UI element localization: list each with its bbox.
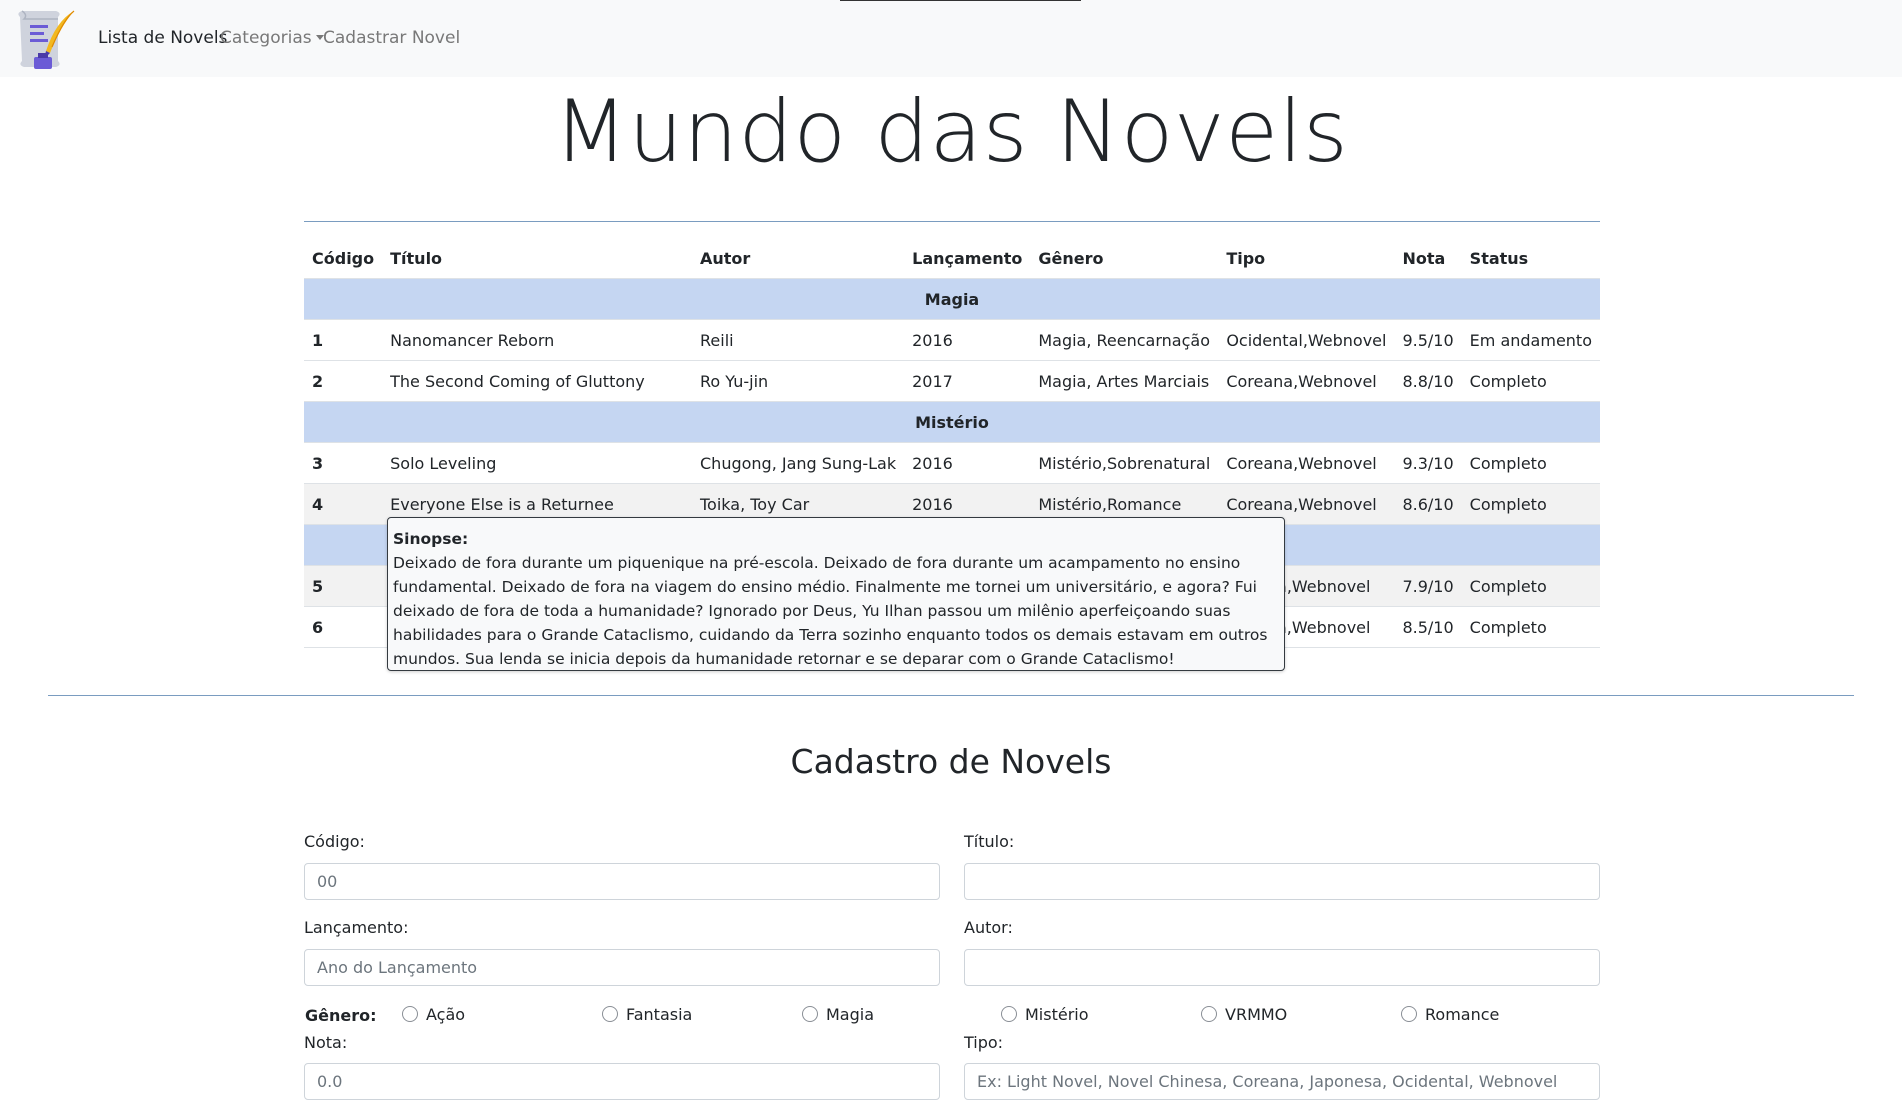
col-header-autor: Autor — [692, 239, 905, 279]
cell-title: Solo Leveling — [382, 442, 692, 484]
cell-code: 5 — [304, 565, 383, 607]
cell-status: Completo — [1461, 483, 1600, 525]
cell-rating: 8.6/10 — [1394, 483, 1462, 525]
genre-option-label: Fantasia — [626, 1005, 693, 1024]
col-header-lancamento: Lançamento — [904, 239, 1031, 279]
col-header-tipo: Tipo — [1218, 239, 1395, 279]
page-title: Mundo das Novels — [553, 82, 1349, 182]
cell-status: Completo — [1461, 360, 1600, 402]
category-label: Mistério — [304, 401, 1600, 443]
cell-rating: 9.3/10 — [1394, 442, 1462, 484]
tipo-label: Tipo: — [964, 1033, 1004, 1052]
radio-circle-icon[interactable] — [1401, 1006, 1417, 1022]
table-header-row: Código Título Autor Lançamento Gênero Ti… — [304, 239, 1600, 279]
cell-rating: 9.5/10 — [1394, 319, 1462, 361]
cell-rating: 8.5/10 — [1394, 606, 1462, 648]
radio-circle-icon[interactable] — [802, 1006, 818, 1022]
form-title: Cadastro de Novels — [790, 742, 1112, 781]
genre-option-label: Mistério — [1025, 1005, 1089, 1024]
cell-code: 2 — [304, 360, 383, 402]
genero-label: Gênero: — [305, 1006, 377, 1025]
nota-label: Nota: — [304, 1033, 348, 1052]
top-scroll-indicator — [840, 0, 1081, 1]
cell-code: 1 — [304, 319, 383, 361]
autor-label: Autor: — [964, 918, 1013, 937]
table-row[interactable]: 3 Solo Leveling Chugong, Jang Sung-Lak 2… — [304, 442, 1600, 484]
cell-type: Ocidental,Webnovel — [1218, 319, 1395, 361]
genre-radio-romance[interactable]: Romance — [1401, 1005, 1499, 1024]
table-row[interactable]: 1 Nanomancer Reborn Reili 2016 Magia, Re… — [304, 319, 1600, 361]
cell-genre: Mistério,Sobrenatural — [1030, 442, 1219, 484]
genre-radio-vrmmo[interactable]: VRMMO — [1201, 1005, 1287, 1024]
nota-input[interactable] — [304, 1063, 940, 1100]
radio-circle-icon[interactable] — [602, 1006, 618, 1022]
genre-radio-acao[interactable]: Ação — [402, 1005, 465, 1024]
cell-year: 2016 — [904, 442, 1031, 484]
synopsis-tooltip: Sinopse: Deixado de fora durante um piqu… — [387, 517, 1285, 671]
col-header-codigo: Código — [304, 239, 383, 279]
cell-status: Completo — [1461, 442, 1600, 484]
cell-title: Nanomancer Reborn — [382, 319, 692, 361]
lancamento-label: Lançamento: — [304, 918, 409, 937]
cell-author: Chugong, Jang Sung-Lak — [692, 442, 905, 484]
nav-categorias-label: Categorias — [220, 28, 312, 48]
cell-title: The Second Coming of Gluttony — [382, 360, 692, 402]
top-navbar: Lista de Novels Categorias Cadastrar Nov… — [0, 0, 1902, 77]
titulo-label: Título: — [964, 832, 1015, 851]
radio-circle-icon[interactable] — [402, 1006, 418, 1022]
cell-status: Em andamento — [1461, 319, 1600, 361]
genre-radio-misterio[interactable]: Mistério — [1001, 1005, 1089, 1024]
cell-code: 6 — [304, 606, 383, 648]
divider — [304, 221, 1600, 222]
category-row-misterio: Mistério — [304, 401, 1600, 443]
cell-code: 4 — [304, 483, 383, 525]
scroll-quill-logo-icon[interactable] — [12, 7, 76, 71]
autor-input[interactable] — [964, 949, 1600, 986]
cell-author: Ro Yu-jin — [692, 360, 905, 402]
codigo-label: Código: — [304, 832, 365, 851]
nav-cadastrar-novel[interactable]: Cadastrar Novel — [323, 28, 460, 48]
cell-genre: Magia, Artes Marciais — [1030, 360, 1219, 402]
cell-type: Coreana,Webnovel — [1218, 442, 1395, 484]
lancamento-input[interactable] — [304, 949, 940, 986]
genre-option-label: Romance — [1425, 1005, 1500, 1024]
col-header-status: Status — [1461, 239, 1600, 279]
synopsis-text: Deixado de fora durante um piquenique na… — [393, 554, 1268, 668]
cell-status: Completo — [1461, 606, 1600, 648]
cell-code: 3 — [304, 442, 383, 484]
table-row[interactable]: 2 The Second Coming of Gluttony Ro Yu-ji… — [304, 360, 1600, 402]
section-divider — [48, 695, 1854, 696]
genre-radio-magia[interactable]: Magia — [802, 1005, 874, 1024]
col-header-titulo: Título — [382, 239, 692, 279]
tipo-input[interactable] — [964, 1063, 1600, 1100]
col-header-nota: Nota — [1394, 239, 1462, 279]
genre-radio-fantasia[interactable]: Fantasia — [602, 1005, 692, 1024]
synopsis-label: Sinopse: — [393, 530, 469, 548]
codigo-input[interactable] — [304, 863, 940, 900]
cell-type: Coreana,Webnovel — [1218, 360, 1395, 402]
genre-option-label: VRMMO — [1225, 1005, 1288, 1024]
category-row-magia: Magia — [304, 278, 1600, 320]
col-header-genero: Gênero — [1030, 239, 1219, 279]
genre-option-label: Magia — [826, 1005, 875, 1024]
titulo-input[interactable] — [964, 863, 1600, 900]
radio-circle-icon[interactable] — [1201, 1006, 1217, 1022]
genre-option-label: Ação — [426, 1005, 466, 1024]
cell-rating: 8.8/10 — [1394, 360, 1462, 402]
nav-categorias-dropdown[interactable]: Categorias — [220, 28, 324, 48]
cell-genre: Magia, Reencarnação — [1030, 319, 1219, 361]
cell-year: 2017 — [904, 360, 1031, 402]
nav-lista-de-novels[interactable]: Lista de Novels — [98, 28, 227, 48]
radio-circle-icon[interactable] — [1001, 1006, 1017, 1022]
cell-author: Reili — [692, 319, 905, 361]
cell-rating: 7.9/10 — [1394, 565, 1462, 607]
cell-year: 2016 — [904, 319, 1031, 361]
category-label: Magia — [304, 278, 1600, 320]
cell-status: Completo — [1461, 565, 1600, 607]
